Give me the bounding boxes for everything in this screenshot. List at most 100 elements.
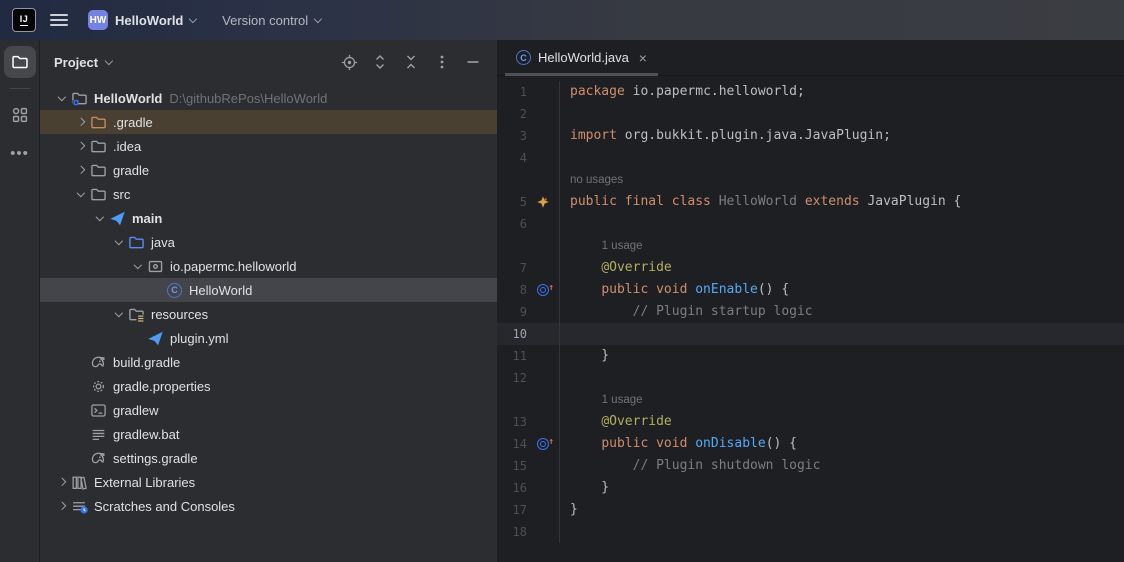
code-line-15[interactable]: 15 // Plugin shutdown logic xyxy=(497,455,1124,477)
inlay-hint-line[interactable]: no usages xyxy=(497,169,1124,191)
code-line-18[interactable]: 18 xyxy=(497,521,1124,543)
gear-icon xyxy=(90,378,107,395)
hide-panel-button[interactable] xyxy=(463,52,483,72)
tree-row-scratches-and-consoles[interactable]: Scratches and Consoles xyxy=(40,494,497,518)
code-line-6[interactable]: 6 xyxy=(497,213,1124,235)
tree-row-main[interactable]: main xyxy=(40,206,497,230)
chevron-down-icon[interactable] xyxy=(134,261,142,269)
tree-row-src[interactable]: src xyxy=(40,182,497,206)
chevron-down-icon[interactable] xyxy=(105,56,113,64)
code-line-7[interactable]: 7 @Override xyxy=(497,257,1124,279)
token: extends xyxy=(805,191,860,213)
line-number: 3 xyxy=(497,125,527,147)
gutter-icon-slot xyxy=(527,284,559,296)
expand-all-button[interactable] xyxy=(370,52,390,72)
code-line-3[interactable]: 3import org.bukkit.plugin.java.JavaPlugi… xyxy=(497,125,1124,147)
locate-button[interactable] xyxy=(339,52,359,72)
plugin-marker-icon[interactable] xyxy=(536,195,550,209)
line-number: 16 xyxy=(497,477,527,499)
usage-inlay-hint[interactable]: 1 usage xyxy=(602,389,643,411)
usage-inlay-hint[interactable]: no usages xyxy=(570,169,623,191)
chevron-down-icon xyxy=(189,14,197,22)
tree-row-settings-gradle[interactable]: settings.gradle xyxy=(40,446,497,470)
tree-row-gradlew-bat[interactable]: gradlew.bat xyxy=(40,422,497,446)
inlay-hint-line[interactable]: 1 usage xyxy=(497,389,1124,411)
code-line-8[interactable]: 8 public void onEnable() { xyxy=(497,279,1124,301)
tree-row-io-papermc-helloworld[interactable]: io.papermc.helloworld xyxy=(40,254,497,278)
code-line-14[interactable]: 14 public void onDisable() { xyxy=(497,433,1124,455)
line-number: 6 xyxy=(497,213,527,235)
code-line-9[interactable]: 9 // Plugin startup logic xyxy=(497,301,1124,323)
code-text: 1 usage xyxy=(559,235,1124,257)
vcs-widget[interactable]: Version control xyxy=(216,9,327,32)
project-root-icon xyxy=(71,90,88,107)
code-line-5[interactable]: 5public final class HelloWorld extends J… xyxy=(497,191,1124,213)
tree-item-label: gradle xyxy=(113,163,149,178)
tree-item-label: HelloWorld xyxy=(189,283,252,298)
chevron-down-icon[interactable] xyxy=(58,93,66,101)
token: // Plugin startup logic xyxy=(633,301,813,323)
editor-tab-helloworld-java[interactable]: C HelloWorld.java × xyxy=(505,40,658,75)
tree-row-external-libraries[interactable]: External Libraries xyxy=(40,470,497,494)
tree-row--idea[interactable]: .idea xyxy=(40,134,497,158)
activity-bar-item-more-toolwindows[interactable]: ••• xyxy=(4,137,36,169)
chevron-down-icon[interactable] xyxy=(77,189,85,197)
code-text xyxy=(559,213,1124,235)
inlay-hint-line[interactable]: 1 usage xyxy=(497,235,1124,257)
tree-row-resources[interactable]: resources xyxy=(40,302,497,326)
tree-row-helloworld[interactable]: CHelloWorld xyxy=(40,278,497,302)
tree-row-build-gradle[interactable]: build.gradle xyxy=(40,350,497,374)
chevron-down-icon[interactable] xyxy=(96,213,104,221)
token: org.bukkit.plugin.java.JavaPlugin; xyxy=(617,125,891,147)
code-line-2[interactable]: 2 xyxy=(497,103,1124,125)
project-widget[interactable]: HW HelloWorld xyxy=(82,6,202,34)
tree-row-gradlew[interactable]: gradlew xyxy=(40,398,497,422)
usage-inlay-hint[interactable]: 1 usage xyxy=(602,235,643,257)
intellij-logo-icon: IJ xyxy=(12,8,36,32)
paper-plane-icon xyxy=(109,210,126,227)
activity-bar-item-modules[interactable] xyxy=(4,99,36,131)
chevron-right-icon[interactable] xyxy=(77,142,85,150)
chevron-right-icon[interactable] xyxy=(58,502,66,510)
chevron-right-icon[interactable] xyxy=(77,166,85,174)
tree-row-gradle[interactable]: gradle xyxy=(40,158,497,182)
token xyxy=(570,279,601,301)
activity-bar-item-project-folder[interactable] xyxy=(4,46,36,78)
project-panel-title[interactable]: Project xyxy=(54,55,98,70)
gutter: 18 xyxy=(497,521,559,543)
project-tree: HelloWorldD:\githubRePos\HelloWorld.grad… xyxy=(40,84,497,562)
tree-row-java[interactable]: java xyxy=(40,230,497,254)
chevron-right-icon[interactable] xyxy=(77,118,85,126)
tree-row-helloworld[interactable]: HelloWorldD:\githubRePos\HelloWorld xyxy=(40,86,497,110)
tree-row-gradle-properties[interactable]: gradle.properties xyxy=(40,374,497,398)
libraries-icon xyxy=(71,474,88,491)
chevron-slot xyxy=(52,96,71,100)
code-line-13[interactable]: 13 @Override xyxy=(497,411,1124,433)
collapse-all-button[interactable] xyxy=(401,52,421,72)
code-line-12[interactable]: 12 xyxy=(497,367,1124,389)
overrides-icon[interactable] xyxy=(537,438,549,450)
main-menu-icon[interactable] xyxy=(50,14,68,26)
tree-row-plugin-yml[interactable]: plugin.yml xyxy=(40,326,497,350)
code-editor[interactable]: 1package io.papermc.helloworld;23import … xyxy=(497,76,1124,562)
code-line-17[interactable]: 17} xyxy=(497,499,1124,521)
overrides-icon[interactable] xyxy=(537,284,549,296)
code-line-4[interactable]: 4 xyxy=(497,147,1124,169)
chevron-down-icon[interactable] xyxy=(115,237,123,245)
code-line-1[interactable]: 1package io.papermc.helloworld; xyxy=(497,81,1124,103)
code-line-11[interactable]: 11 } xyxy=(497,345,1124,367)
folder-source-icon xyxy=(128,234,145,251)
close-icon[interactable]: × xyxy=(639,50,647,66)
package-icon xyxy=(147,258,164,275)
code-text: @Override xyxy=(559,411,1124,433)
tree-row--gradle[interactable]: .gradle xyxy=(40,110,497,134)
code-line-16[interactable]: 16 } xyxy=(497,477,1124,499)
gutter xyxy=(497,235,559,257)
chevron-right-icon[interactable] xyxy=(58,478,66,486)
project-badge: HW xyxy=(88,10,108,30)
line-number: 17 xyxy=(497,499,527,521)
project-panel-header: Project xyxy=(40,40,497,84)
code-line-10[interactable]: 10 xyxy=(497,323,1124,345)
chevron-down-icon[interactable] xyxy=(115,309,123,317)
more-options-button[interactable] xyxy=(432,52,452,72)
